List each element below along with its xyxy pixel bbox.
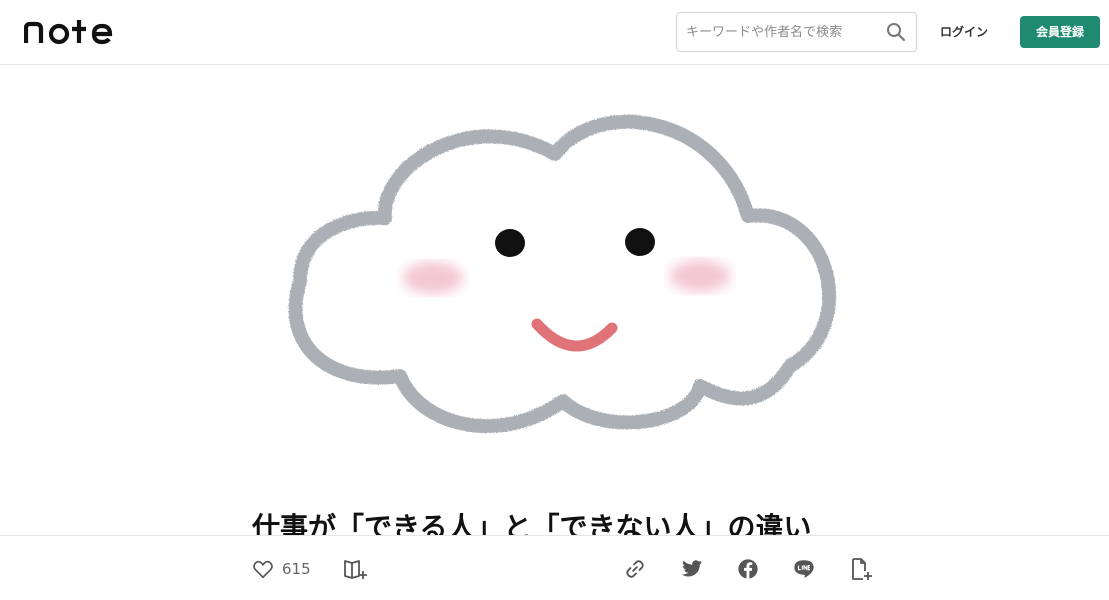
- line-icon: [794, 560, 814, 578]
- share-twitter-button[interactable]: [681, 556, 703, 582]
- embed-icon: [852, 558, 872, 580]
- search-box: [676, 12, 917, 52]
- share-line-button[interactable]: [793, 556, 815, 582]
- add-to-magazine-button[interactable]: [343, 556, 369, 582]
- link-icon: [626, 560, 644, 578]
- cloud-illustration: [288, 114, 836, 434]
- search-icon[interactable]: [886, 22, 906, 42]
- heart-icon: [253, 560, 273, 579]
- signup-button[interactable]: 会員登録: [1020, 16, 1100, 48]
- twitter-icon: [681, 560, 703, 577]
- eyecatch-image: [0, 66, 1109, 496]
- search-input[interactable]: [686, 21, 876, 43]
- like-button[interactable]: 615: [252, 556, 311, 582]
- left-cheek: [403, 262, 463, 294]
- embed-button[interactable]: [849, 556, 873, 582]
- right-eye: [625, 228, 655, 256]
- facebook-icon: [738, 559, 758, 579]
- copy-link-button[interactable]: [624, 556, 646, 582]
- right-cheek: [670, 260, 730, 292]
- magazine-add-icon: [344, 560, 367, 579]
- login-button[interactable]: ログイン: [934, 22, 994, 42]
- note-logo-mark: [23, 20, 113, 45]
- share-facebook-button[interactable]: [737, 556, 759, 582]
- like-count: 615: [282, 560, 311, 578]
- site-header: ログイン 会員登録: [0, 0, 1109, 65]
- action-bar: 615: [0, 535, 1109, 600]
- left-eye: [495, 229, 525, 257]
- note-logo[interactable]: [23, 18, 124, 46]
